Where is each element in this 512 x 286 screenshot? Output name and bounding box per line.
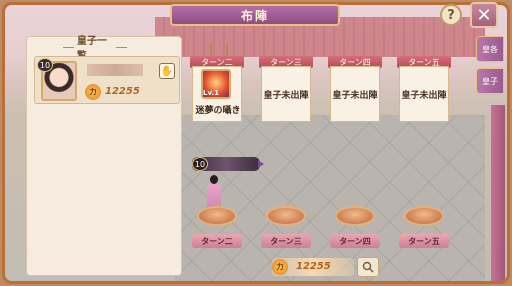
hand-icon[interactable]: ✋ [159,63,175,79]
close-icon[interactable]: ✕ [470,2,498,28]
prince-power-value: 12255 [105,86,140,97]
window-title: 布陣 [240,8,269,23]
turn-slot-4[interactable]: ターン四 皇子未出陣 [328,56,382,122]
turn-status: 皇子未出陣 [261,66,311,122]
hanging-cord [226,44,228,56]
player-level-badge: 10 [192,157,208,171]
help-icon[interactable]: ? [440,4,462,26]
window-title-bar: 布陣 [170,4,340,26]
prince-list-header: 皇子一覧 [60,36,130,62]
pedestal-3[interactable] [266,206,306,226]
hanging-cord [210,44,212,56]
turn-card: Lv.1 迷夢の囁き [192,66,242,122]
prince-level-badge: 10 [37,58,53,72]
pedestal-2[interactable] [197,206,237,226]
search-icon [362,261,374,273]
pedestal-5[interactable] [404,206,444,226]
side-pillar [491,105,505,281]
character-head [210,175,218,184]
side-tab-2[interactable]: 皇子 [476,68,504,94]
pedestal-4[interactable] [335,206,375,226]
skill-card-name: 迷夢の囁き [195,106,241,116]
power-icon: 力 [272,259,288,275]
pedestal-label-5[interactable]: ターン五 [399,234,449,248]
turn-slot-3[interactable]: ターン三 皇子未出陣 [259,56,313,122]
turn-slot-5[interactable]: ターン五 皇子未出陣 [397,56,451,122]
pedestal-label-2[interactable]: ターン二 [192,234,242,248]
search-button[interactable] [357,257,379,277]
pedestal-label-4[interactable]: ターン四 [330,234,380,248]
turn-status: 皇子未出陣 [399,66,449,122]
turn-status: 皇子未出陣 [330,66,380,122]
power-icon: 力 [85,84,101,100]
skill-card-level: Lv.1 [203,89,219,97]
side-tab-1[interactable]: 皇各 [476,36,504,62]
turn-slot-2[interactable]: ターン二 Lv.1 迷夢の囁き [190,56,244,122]
prince-card[interactable]: 10 力 12255 ✋ [34,56,180,104]
total-power-value: 12255 [296,261,331,272]
pedestal-label-3[interactable]: ターン三 [261,234,311,248]
prince-name-blurred [87,64,143,76]
player-arrow-icon [258,160,264,168]
